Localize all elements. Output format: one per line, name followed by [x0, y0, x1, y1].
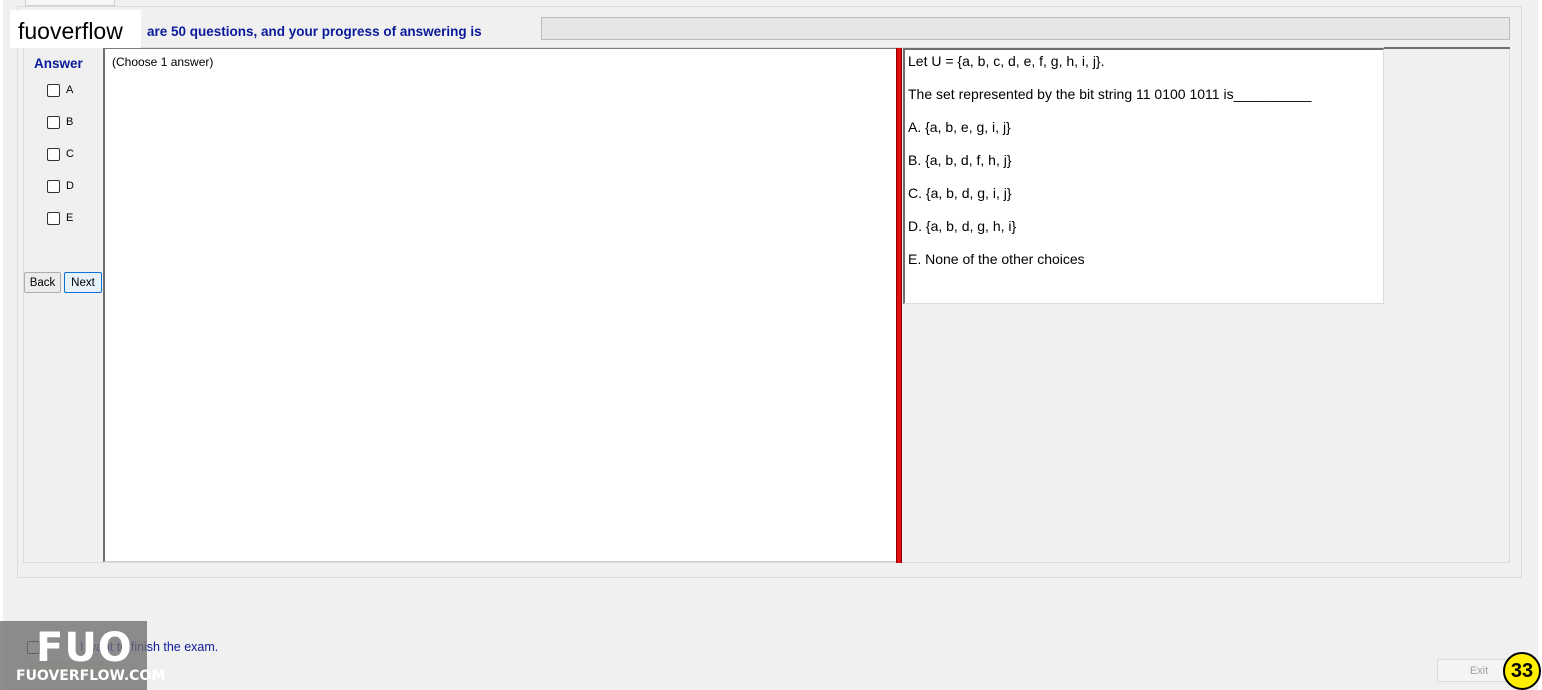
option-c-label: C: [66, 148, 74, 160]
question-panel: Let U = {a, b, c, d, e, f, g, h, i, j}. …: [903, 48, 1384, 304]
option-b-label: B: [66, 116, 74, 128]
option-d-label: D: [66, 180, 74, 192]
question-choice-c: C. {a, b, d, g, i, j}: [908, 185, 1012, 201]
progress-text: are 50 questions, and your progress of a…: [147, 24, 482, 39]
option-e-checkbox[interactable]: [47, 211, 60, 225]
progress-bar: [541, 17, 1510, 40]
question-choice-d: D. {a, b, d, g, h, i}: [908, 218, 1017, 234]
question-choice-e: E. None of the other choices: [908, 251, 1085, 267]
exam-app: fuoverflow are 50 questions, and your pr…: [0, 0, 1542, 690]
watermark-logo-text: FUO: [36, 625, 133, 671]
choose-hint: (Choose 1 answer): [112, 55, 214, 69]
option-e[interactable]: E: [47, 210, 73, 226]
option-b-checkbox[interactable]: [47, 115, 60, 129]
option-e-label: E: [66, 212, 74, 224]
option-a-label: A: [66, 84, 74, 96]
watermark-top: fuoverflow: [10, 10, 141, 48]
answer-area[interactable]: (Choose 1 answer): [103, 48, 896, 562]
option-c-checkbox[interactable]: [47, 147, 60, 161]
question-stem-line: Let U = {a, b, c, d, e, f, g, h, i, j}.: [908, 53, 1105, 69]
watermark-site-text: FUOVERFLOW.COM: [16, 668, 166, 684]
panel-splitter[interactable]: [896, 48, 902, 563]
option-d[interactable]: D: [47, 178, 74, 194]
question-choice-b: B. {a, b, d, f, h, j}: [908, 152, 1012, 168]
next-button[interactable]: Next: [64, 272, 102, 293]
option-a[interactable]: A: [47, 82, 73, 98]
question-divider: [1384, 47, 1510, 49]
option-d-checkbox[interactable]: [47, 179, 60, 193]
answer-label: Answer: [34, 56, 83, 71]
page-number-badge: 33: [1503, 652, 1541, 690]
back-button[interactable]: Back: [24, 272, 61, 293]
option-c[interactable]: C: [47, 146, 74, 162]
option-a-checkbox[interactable]: [47, 83, 60, 97]
watermark-logo: FUO FUOVERFLOW.COM: [0, 621, 165, 690]
option-b[interactable]: B: [47, 114, 73, 130]
question-choice-a: A. {a, b, e, g, i, j}: [908, 119, 1011, 135]
question-prompt-line: The set represented by the bit string 11…: [908, 86, 1312, 102]
